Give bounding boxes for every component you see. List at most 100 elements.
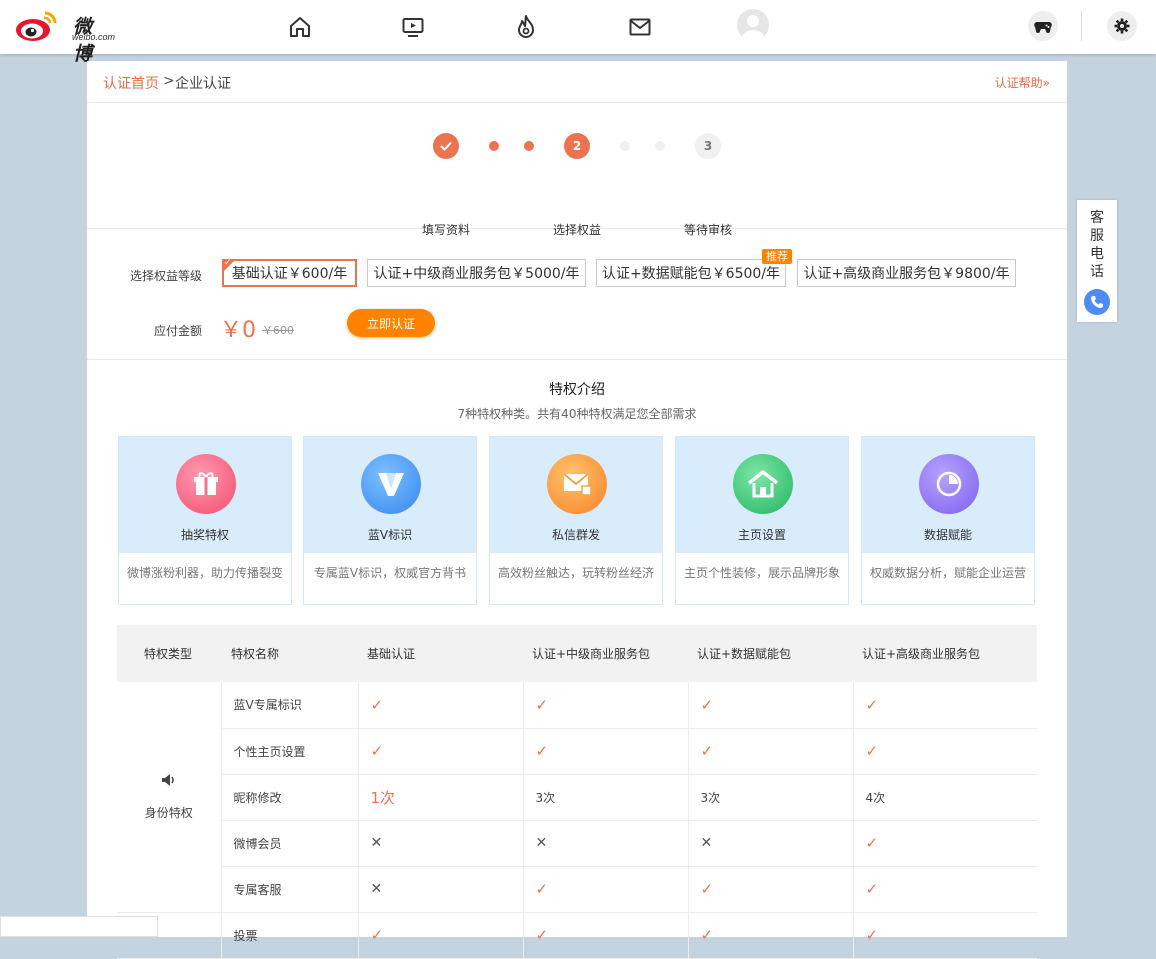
cell-value: 3次	[687, 774, 853, 821]
check-icon: ✓	[370, 926, 384, 944]
col-header: 基础认证	[358, 625, 523, 682]
cell-cross: ✕	[357, 820, 523, 867]
gift-icon	[176, 454, 236, 514]
mail-nav-icon[interactable]	[625, 12, 655, 42]
tier-mid-label: 认证+中级商业服务包￥5000/年	[373, 266, 580, 282]
verified-v-icon	[361, 454, 421, 514]
recommend-badge: 推荐	[762, 249, 792, 264]
cell-cross: ✕	[522, 820, 688, 867]
card-name: 蓝V标识	[367, 528, 413, 542]
user-avatar[interactable]	[737, 9, 769, 41]
tier-advanced[interactable]: 认证+高级商业服务包￥9800/年	[797, 259, 1016, 287]
check-icon: ✓	[370, 695, 384, 714]
cell-check: ✓	[522, 912, 688, 959]
mail-icon	[547, 454, 607, 514]
table-row: 投票 ✓ ✓ ✓ ✓	[117, 912, 1037, 959]
help-link[interactable]: 认证帮助»	[995, 74, 1050, 91]
check-icon: ✓	[370, 742, 384, 760]
tier-data[interactable]: 认证+数据赋能包￥6500/年	[596, 259, 786, 287]
cell-check: ✓	[852, 682, 1037, 729]
cross-icon: ✕	[370, 835, 383, 851]
cell-check: ✓	[357, 728, 523, 775]
privilege-card-blue-v[interactable]: 蓝V标识 专属蓝V标识，权威官方背书	[303, 436, 477, 605]
table-row: 专属客服 ✕ ✓ ✓ ✓	[117, 866, 1037, 913]
speaker-icon	[117, 773, 221, 790]
breadcrumb: 认证首页 > 企业认证 认证帮助»	[87, 61, 1067, 103]
step-2-current: 2	[564, 133, 590, 159]
cell-check: ✓	[852, 728, 1037, 775]
game-icon[interactable]	[1028, 11, 1058, 41]
privilege-name: 蓝V专属标识	[220, 682, 358, 729]
gear-icon[interactable]	[1107, 11, 1137, 41]
privilege-card-lottery[interactable]: 抽奖特权 微博涨粉利器，助力传播裂变	[118, 436, 292, 605]
value-text: 1次	[370, 788, 396, 807]
step-dot	[655, 141, 665, 151]
cell-check: ✓	[852, 820, 1037, 867]
top-nav-bar: 微博 weibo.com	[0, 0, 1156, 65]
pie-chart-icon	[919, 454, 979, 514]
check-icon: ✓	[865, 880, 879, 898]
check-icon: ✓	[700, 695, 714, 714]
table-row: 微博会员 ✕ ✕ ✕ ✓	[117, 820, 1037, 867]
privilege-name: 专属客服	[220, 866, 358, 913]
cell-check: ✓	[687, 866, 853, 913]
customer-service-tab[interactable]: 客服电话	[1077, 200, 1117, 322]
cross-icon: ✕	[370, 881, 383, 897]
card-desc: 专属蓝V标识，权威官方背书	[313, 566, 467, 580]
tier-selection: 选择权益等级 ✓ 基础认证￥600/年 认证+中级商业服务包￥5000/年 认证…	[87, 229, 1067, 360]
cell-check: ✓	[522, 866, 688, 913]
check-icon: ✓	[865, 834, 879, 852]
step-dot	[620, 141, 630, 151]
col-header: 认证+高级商业服务包	[853, 625, 1037, 682]
cell-check: ✓	[357, 682, 523, 729]
group-cell: 身份特权	[117, 682, 221, 913]
table-header-row: 特权类型 特权名称 基础认证 认证+中级商业服务包 认证+数据赋能包 认证+高级…	[117, 625, 1037, 682]
tier-mid[interactable]: 认证+中级商业服务包￥5000/年	[367, 259, 586, 287]
submit-verify-button[interactable]: 立即认证	[347, 309, 435, 337]
table-row: 个性主页设置 ✓ ✓ ✓ ✓	[117, 728, 1037, 775]
tier-basic-label: 基础认证￥600/年	[231, 266, 348, 282]
privileges-subtitle: 7种特权种类。共有40种特权满足您全部需求	[457, 407, 697, 421]
home-nav-icon[interactable]	[285, 12, 315, 42]
nav-divider	[1081, 11, 1082, 41]
logo-domain: weibo.com	[72, 32, 116, 42]
cell-check: ✓	[852, 912, 1037, 959]
weibo-eye-icon	[16, 11, 57, 41]
breadcrumb-home-link[interactable]: 认证首页	[103, 73, 159, 93]
cell-check: ✓	[357, 912, 523, 959]
tier-data-label: 认证+数据赋能包￥6500/年	[601, 266, 781, 282]
video-nav-icon[interactable]	[398, 12, 428, 42]
hot-trending-nav-icon[interactable]	[511, 12, 541, 42]
pay-amount: ￥0	[220, 318, 256, 343]
card-desc: 高效粉丝触达，玩转粉丝经济	[497, 566, 654, 580]
main-panel: 认证首页 > 企业认证 认证帮助» 2 3 填写资料 选择权益 等待审核 选择权…	[87, 61, 1067, 959]
breadcrumb-current: 企业认证	[175, 76, 231, 92]
card-desc: 主页个性装修，展示品牌形象	[683, 566, 840, 580]
check-icon: ✓	[535, 880, 549, 898]
card-desc: 权威数据分析，赋能企业运营	[869, 566, 1026, 580]
check-icon: ✓	[224, 258, 232, 268]
table-row: 身份特权 蓝V专属标识 ✓ ✓ ✓ ✓	[117, 682, 1037, 913]
check-icon: ✓	[700, 926, 714, 944]
check-icon: ✓	[535, 742, 549, 760]
tier-advanced-label: 认证+高级商业服务包￥9800/年	[803, 266, 1010, 282]
tier-basic[interactable]: ✓ 基础认证￥600/年	[222, 258, 357, 287]
cross-icon: ✕	[700, 835, 713, 851]
weibo-logo[interactable]: 微博 weibo.com	[15, 9, 115, 65]
privilege-name: 投票	[220, 912, 358, 959]
privilege-card-mass-message[interactable]: 私信群发 高效粉丝触达，玩转粉丝经济	[489, 436, 663, 605]
privilege-card-homepage[interactable]: 主页设置 主页个性装修，展示品牌形象	[675, 436, 849, 605]
group-label: 身份特权	[144, 805, 193, 820]
privilege-comparison-table: 特权类型 特权名称 基础认证 认证+中级商业服务包 认证+数据赋能包 认证+高级…	[117, 625, 1037, 959]
col-header: 认证+中级商业服务包	[523, 625, 688, 682]
card-name: 主页设置	[737, 528, 786, 542]
check-icon: ✓	[865, 695, 879, 714]
progress-steps: 2 3 填写资料 选择权益 等待审核	[87, 103, 1067, 237]
original-price: ￥600	[262, 324, 294, 337]
col-header: 特权类型	[117, 625, 221, 682]
table-row: 昵称修改 1次 3次 3次 4次	[117, 774, 1037, 821]
step-1-done	[433, 133, 459, 159]
check-icon	[440, 141, 452, 151]
cell-check: ✓	[522, 682, 688, 729]
privilege-card-data[interactable]: 数据赋能 权威数据分析，赋能企业运营	[861, 436, 1035, 605]
